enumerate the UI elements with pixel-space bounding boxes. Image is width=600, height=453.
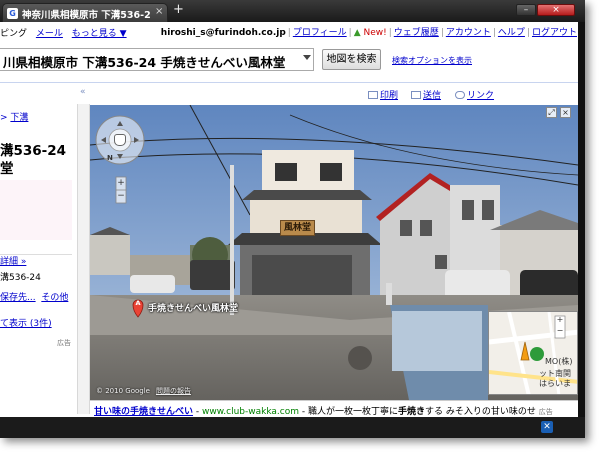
save-link[interactable]: 保存先... <box>0 293 36 303</box>
expand-icon[interactable]: ⤢ <box>546 107 557 118</box>
new-arrow-icon: ▲ <box>353 28 361 38</box>
results-panel: > 下溝 溝536-24 堂 広告 詳細 » 溝536-24 保存先... その… <box>0 104 77 414</box>
account-link[interactable]: アカウント <box>446 28 491 38</box>
profile-link[interactable]: プロフィール <box>293 28 347 38</box>
minimize-button[interactable]: – <box>516 4 536 16</box>
inset-label-hara: はらいま <box>539 379 571 388</box>
mail-link[interactable]: メール <box>36 29 63 39</box>
link-button[interactable]: リンク <box>455 88 494 101</box>
new-tab-button[interactable]: + <box>173 3 184 16</box>
place-address: 溝536-24 <box>0 273 41 283</box>
help-link[interactable]: ヘルプ <box>498 28 525 38</box>
save-actions: 保存先... その他 <box>0 290 68 303</box>
breadcrumb-shimomizo-link[interactable]: 下溝 <box>10 113 28 123</box>
ad-label-2: 広告 <box>57 339 71 347</box>
close-street-view-icon[interactable]: × <box>560 107 571 118</box>
right-edge <box>578 22 585 417</box>
street-view-corner-controls: ⤢ × <box>546 107 574 118</box>
print-button[interactable]: 印刷 <box>368 88 398 101</box>
detail-link[interactable]: 詳細 » <box>0 254 26 267</box>
user-email: hiroshi_s@furindoh.co.jp <box>160 28 286 38</box>
google-favicon-icon: G <box>7 8 18 19</box>
account-links: hiroshi_s@furindoh.co.jp | プロフィール | ▲ New! | ウ… <box>160 28 577 38</box>
close-window-button[interactable]: × <box>537 4 575 16</box>
link-icon <box>455 91 465 99</box>
service-links: ピング メール もっと見る ▼ <box>0 26 133 39</box>
more-link[interactable]: もっと見る ▼ <box>72 29 127 39</box>
active-tab[interactable]: G 神奈川県相模原市 下溝536-24 ... × <box>2 3 168 22</box>
search-dropdown-icon[interactable] <box>303 55 311 60</box>
search-input[interactable]: 川県相模原市 下溝536-24 手焼きせんべい風林堂 <box>0 48 314 71</box>
panel-splitter[interactable] <box>77 104 90 414</box>
google-maps-page: ピング メール もっと見る ▼ hiroshi_s@furindoh.co.jp… <box>0 22 585 417</box>
envelope-icon <box>411 91 421 99</box>
logout-link[interactable]: ログアウト <box>532 28 577 38</box>
marker-a-letter[interactable]: A <box>135 299 141 307</box>
zoom-in-button[interactable]: + <box>116 177 126 190</box>
place-title: 溝536-24 堂 <box>0 143 67 177</box>
breadcrumb: > 下溝 <box>0 113 29 123</box>
tab-strip: G 神奈川県相模原市 下溝536-24 ... × + – × <box>0 0 585 22</box>
new-badge: New! <box>363 28 387 38</box>
top-navigation: ピング メール もっと見る ▼ hiroshi_s@furindoh.co.jp… <box>0 22 585 40</box>
place-label[interactable]: 手焼きせんべい風林堂 <box>148 301 238 314</box>
web-history-link[interactable]: ウェブ履歴 <box>394 28 439 38</box>
browser-window: G 神奈川県相模原市 下溝536-24 ... × + – × ピング メール … <box>0 0 585 438</box>
more-results-link[interactable]: て表示 (3件) <box>0 316 52 329</box>
hand-icon <box>114 134 126 146</box>
shop-sign: 風林堂 <box>280 220 315 236</box>
status-bar: ✕ <box>0 417 585 438</box>
send-button[interactable]: 送信 <box>411 88 441 101</box>
other-link[interactable]: その他 <box>41 293 68 303</box>
header-divider <box>0 82 585 83</box>
status-tray-icon[interactable]: ✕ <box>541 421 553 433</box>
printer-icon <box>368 91 378 99</box>
ad-area <box>0 180 72 240</box>
ad-title-link[interactable]: 甘い味の手焼きせんべい <box>94 407 193 417</box>
search-row: 川県相模原市 下溝536-24 手焼きせんべい風林堂 地図を検索 検索オプション… <box>0 48 585 72</box>
street-view-pane[interactable]: 風林堂 N + − A 手焼きせんべい風林堂 © 2010 Google 問題の報… <box>90 105 578 415</box>
search-options-link[interactable]: 検索オプションを表示 <box>392 55 472 66</box>
bottom-ad: 甘い味の手焼きせんべい - www.club-wakka.com - 職人が一枚… <box>90 400 578 417</box>
inset-zoom-out-button[interactable]: − <box>555 326 565 335</box>
inset-zoom-in-button[interactable]: + <box>555 315 565 324</box>
map-toolbar: « 印刷 送信 リンク <box>0 86 585 102</box>
inset-map[interactable]: + − MO(株) ット南関 はらいま <box>488 311 578 395</box>
ad-url[interactable]: www.club-wakka.com <box>202 407 299 417</box>
tab-title: 神奈川県相模原市 下溝536-24 ... <box>22 10 150 21</box>
street-view-copyright: © 2010 Google 問題の報告 <box>96 387 191 395</box>
collapse-panel-icon[interactable]: « <box>80 87 86 97</box>
search-maps-button[interactable]: 地図を検索 <box>322 49 381 70</box>
zoom-out-button[interactable]: − <box>116 190 126 203</box>
shopping-link[interactable]: ピング <box>0 29 27 39</box>
ad-label-bottom: 広告 <box>538 408 553 416</box>
report-problem-link[interactable]: 問題の報告 <box>156 387 191 395</box>
inset-label-mo: MO(株) <box>545 357 573 366</box>
tab-close-icon[interactable]: × <box>155 6 163 17</box>
